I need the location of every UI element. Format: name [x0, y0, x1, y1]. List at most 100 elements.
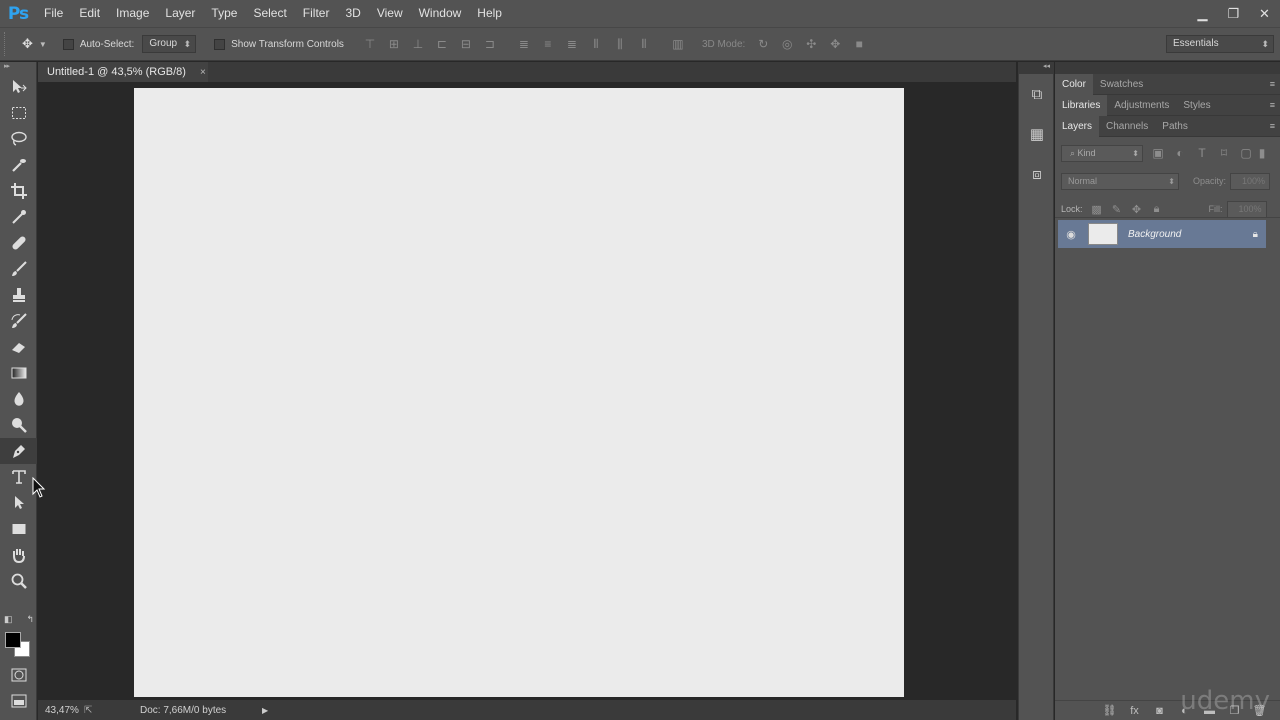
menu-filter[interactable]: Filter [295, 0, 338, 27]
3d-scale-icon[interactable]: ■ [850, 35, 868, 53]
eraser-tool-icon[interactable] [0, 334, 37, 360]
distribute-vertical-centers-icon[interactable]: ≡ [539, 35, 557, 53]
delete-layer-icon[interactable]: 🗑︎ [1247, 704, 1272, 717]
distribute-bottom-icon[interactable]: ≣ [563, 35, 581, 53]
blend-mode-select[interactable]: Normal [1061, 172, 1179, 190]
smart-object-filter-icon[interactable]: ▢ [1235, 146, 1257, 160]
tab-channels[interactable]: Channels [1099, 116, 1155, 137]
swap-colors-icon[interactable]: ↰ [26, 614, 34, 628]
show-transform-checkbox[interactable] [214, 38, 226, 50]
canvas-workspace[interactable] [38, 82, 1016, 700]
healing-brush-tool-icon[interactable] [0, 230, 37, 256]
3d-pan-icon[interactable]: ✣ [802, 35, 820, 53]
layer-style-fx-icon[interactable]: fx [1122, 705, 1147, 717]
clone-stamp-tool-icon[interactable] [0, 282, 37, 308]
3d-roll-icon[interactable]: ◎ [778, 35, 796, 53]
opacity-input[interactable]: 100% [1230, 172, 1271, 190]
default-colors-icon[interactable]: ◧ [4, 614, 13, 628]
screen-mode-icon[interactable] [0, 688, 37, 714]
history-panel-icon[interactable]: ⧉ [1019, 74, 1055, 114]
tab-adjustments[interactable]: Adjustments [1107, 95, 1176, 116]
quick-selection-tool-icon[interactable] [0, 152, 37, 178]
toolbar-collapse-icon[interactable]: ▸▸ [0, 62, 36, 74]
visibility-eye-icon[interactable]: ◉ [1058, 228, 1084, 241]
pen-tool-icon[interactable] [0, 438, 37, 464]
lock-position-icon[interactable]: ✥ [1127, 203, 1147, 216]
menu-3d[interactable]: 3D [337, 0, 368, 27]
shape-layer-filter-icon[interactable]: ⌑ [1213, 146, 1235, 160]
distribute-right-icon[interactable]: ⫴ [635, 35, 653, 53]
auto-align-layers-icon[interactable]: ▥ [669, 35, 687, 53]
link-layers-icon[interactable]: ⛓ [1097, 704, 1122, 717]
tab-swatches[interactable]: Swatches [1093, 74, 1150, 95]
move-tool-icon[interactable] [0, 74, 37, 100]
menu-file[interactable]: File [36, 0, 71, 27]
layer-lock-icon[interactable]: 🔒︎ [1253, 229, 1258, 240]
menu-edit[interactable]: Edit [71, 0, 108, 27]
close-icon[interactable]: × [200, 67, 206, 78]
fill-input[interactable]: 100% [1226, 200, 1267, 218]
layer-name[interactable]: Background [1128, 229, 1253, 240]
zoom-tool-icon[interactable] [0, 568, 37, 594]
lock-transparent-pixels-icon[interactable]: ▩ [1087, 203, 1107, 216]
menu-window[interactable]: Window [411, 0, 470, 27]
status-menu-arrow-icon[interactable]: ▶ [262, 706, 268, 715]
lock-all-icon[interactable]: 🔒︎ [1147, 203, 1167, 216]
align-vertical-centers-icon[interactable]: ⊞ [385, 35, 403, 53]
panel-menu-icon[interactable]: ≡ [1270, 100, 1275, 110]
add-mask-icon[interactable]: ◙ [1147, 705, 1172, 717]
distribute-top-icon[interactable]: ≣ [515, 35, 533, 53]
quick-mask-icon[interactable] [0, 662, 37, 688]
distribute-horizontal-centers-icon[interactable]: ⫼ [611, 35, 629, 53]
3d-orbit-icon[interactable]: ↻ [754, 35, 772, 53]
zoom-level-field[interactable]: 43,47% [38, 705, 80, 716]
tool-preset-picker[interactable]: ✥ ▼ [22, 36, 47, 52]
align-right-edges-icon[interactable]: ⊐ [481, 35, 499, 53]
options-bar-grip[interactable] [4, 32, 12, 56]
new-group-icon[interactable]: ▬ [1197, 705, 1222, 717]
type-layer-filter-icon[interactable]: T [1191, 146, 1213, 160]
tab-layers[interactable]: Layers [1055, 115, 1100, 137]
tab-styles[interactable]: Styles [1176, 95, 1217, 116]
gradient-tool-icon[interactable] [0, 360, 37, 386]
lasso-tool-icon[interactable] [0, 126, 37, 152]
menu-layer[interactable]: Layer [157, 0, 203, 27]
menu-image[interactable]: Image [108, 0, 157, 27]
align-top-edges-icon[interactable]: ⊤ [361, 35, 379, 53]
rectangle-tool-icon[interactable] [0, 516, 37, 542]
minimize-button[interactable]: ▁ [1187, 0, 1218, 27]
filter-toggle-icon[interactable]: ▮ [1257, 146, 1267, 160]
menu-view[interactable]: View [369, 0, 411, 27]
export-icon[interactable]: ⇱ [84, 705, 124, 716]
hand-tool-icon[interactable] [0, 542, 37, 568]
align-horizontal-centers-icon[interactable]: ⊟ [457, 35, 475, 53]
dodge-tool-icon[interactable] [0, 412, 37, 438]
new-adjustment-layer-icon[interactable]: ◐ [1172, 705, 1197, 717]
dock-collapse-icon[interactable]: ◂◂ [1019, 62, 1053, 74]
tab-libraries[interactable]: Libraries [1055, 94, 1108, 116]
panel-menu-icon[interactable]: ≡ [1270, 79, 1275, 89]
layer-row-background[interactable]: ◉ Background 🔒︎ [1058, 220, 1266, 248]
character-panel-icon[interactable]: ⧈ [1019, 154, 1055, 194]
tab-color[interactable]: Color [1055, 73, 1093, 95]
eyedropper-tool-icon[interactable] [0, 204, 37, 230]
align-left-edges-icon[interactable]: ⊏ [433, 35, 451, 53]
document-tab[interactable]: Untitled-1 @ 43,5% (RGB/8) × [38, 62, 208, 82]
menu-help[interactable]: Help [469, 0, 510, 27]
foreground-color-swatch[interactable] [5, 632, 21, 648]
blur-tool-icon[interactable] [0, 386, 37, 412]
panel-collapse-bar[interactable] [1055, 62, 1280, 74]
3d-slide-icon[interactable]: ✥ [826, 35, 844, 53]
auto-select-dropdown[interactable]: Group [142, 35, 197, 53]
new-layer-icon[interactable]: ❐ [1222, 704, 1247, 717]
tab-paths[interactable]: Paths [1155, 116, 1195, 137]
properties-panel-icon[interactable]: ▦ [1019, 114, 1055, 154]
layer-filter-kind-select[interactable]: ⌕ Kind [1061, 144, 1143, 162]
adjustment-layer-filter-icon[interactable]: ◐ [1169, 146, 1191, 160]
marquee-tool-icon[interactable] [0, 100, 37, 126]
history-brush-tool-icon[interactable] [0, 308, 37, 334]
auto-select-checkbox[interactable] [62, 38, 74, 50]
panel-menu-icon[interactable]: ≡ [1270, 121, 1275, 131]
restore-button[interactable]: ❐ [1218, 0, 1249, 27]
workspace-switcher[interactable]: Essentials [1166, 35, 1274, 53]
